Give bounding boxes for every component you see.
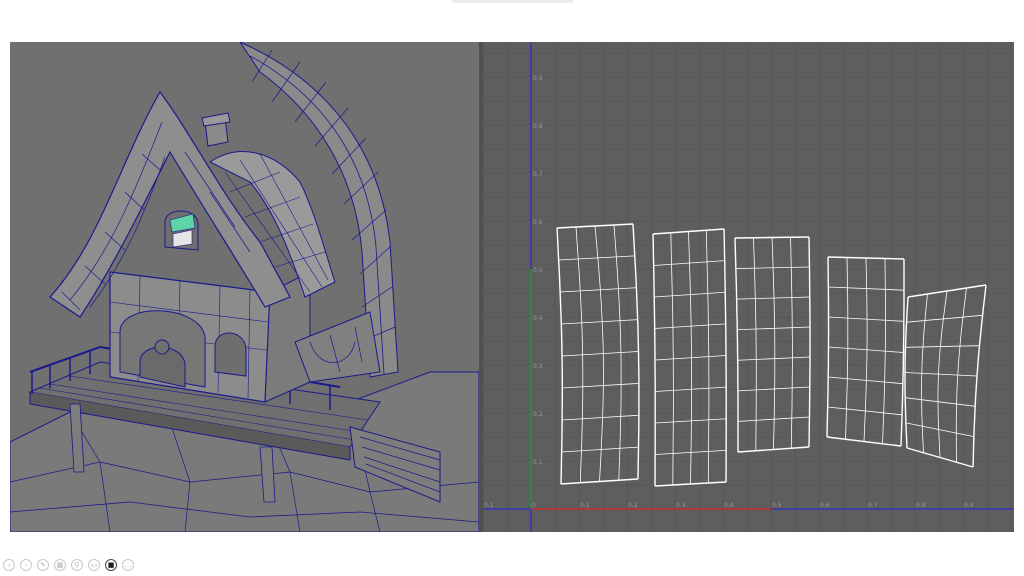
u-tick-label: 0.5	[772, 502, 782, 509]
v-tick-label: 0.2	[533, 411, 543, 418]
subtitles-icon[interactable]: ▭	[88, 559, 100, 571]
u-tick-label: 0.1	[580, 502, 590, 509]
u-tick-label: 0.1	[484, 502, 494, 509]
camera-icon[interactable]: ■	[105, 559, 117, 571]
previous-slide-icon[interactable]: ‹	[3, 559, 15, 571]
house-model-wireframe	[10, 42, 479, 532]
zoom-icon[interactable]: ⚲	[71, 559, 83, 571]
u-tick-label: 0.7	[868, 502, 878, 509]
uv-shell[interactable]	[652, 228, 727, 487]
u-tick-label: 0.4	[724, 502, 734, 509]
see-all-slides-icon[interactable]: ▦	[54, 559, 66, 571]
perspective-viewport[interactable]	[10, 42, 479, 532]
u-tick-label: 0.2	[628, 502, 638, 509]
uv-editor-viewport[interactable]: 0.9 0.8 0.7 0.6 0.5 0.4 0.3 0.2 0.1 0.1 0 0.1 0.2 0.3…	[483, 42, 1014, 532]
uv-shell[interactable]	[904, 284, 987, 468]
v-tick-label: 0.9	[533, 75, 543, 82]
u-tick-label: 0.3	[676, 502, 686, 509]
u-tick-label: 0.9	[964, 502, 974, 509]
v-tick-label: 0.4	[533, 315, 543, 322]
pen-icon[interactable]: ✎	[37, 559, 49, 571]
uv-shell[interactable]	[826, 256, 905, 447]
uv-grid: 0.9 0.8 0.7 0.6 0.5 0.4 0.3 0.2 0.1 0.1 0 0.1 0.2 0.3…	[483, 42, 1014, 532]
u-tick-label: 0	[532, 502, 536, 509]
v-tick-label: 0.5	[533, 267, 543, 274]
v-tick-label: 0.3	[533, 363, 543, 370]
v-tick-label: 0.6	[533, 219, 543, 226]
v-tick-label: 0.7	[533, 171, 543, 178]
u-tick-label: 0.6	[820, 502, 830, 509]
slide-top-tab	[452, 0, 574, 3]
v-tick-label: 0.8	[533, 123, 543, 130]
v-tick-label: 0.1	[533, 459, 543, 466]
more-options-icon[interactable]: …	[122, 559, 134, 571]
next-slide-icon[interactable]: ›	[20, 559, 32, 571]
u-tick-label: 0.8	[916, 502, 926, 509]
presenter-controls: ‹ › ✎ ▦ ⚲ ▭ ■ …	[3, 559, 134, 573]
